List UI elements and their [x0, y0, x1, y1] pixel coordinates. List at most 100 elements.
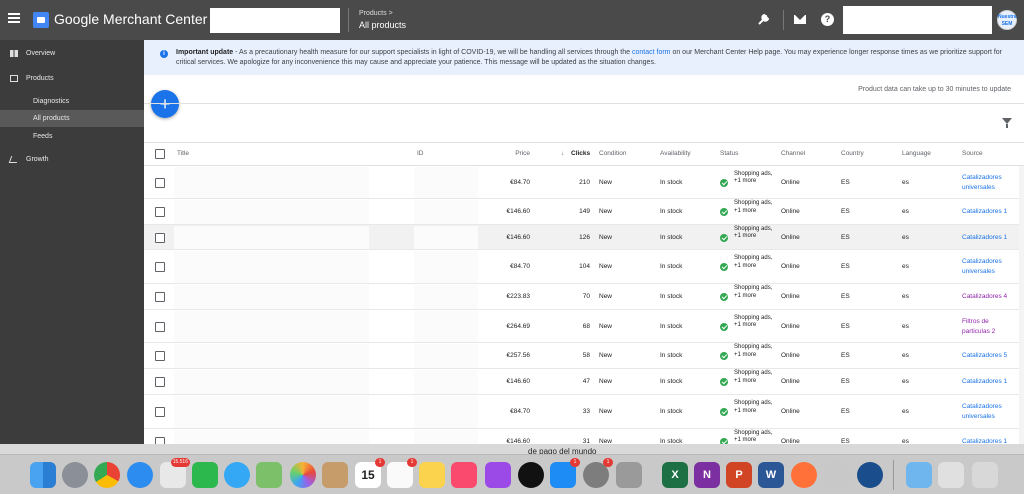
column-header-country[interactable]: Country [841, 150, 864, 157]
avatar[interactable]: Nuestra SEM [997, 10, 1017, 30]
table-row[interactable]: €257.56 58 New In stock Shopping ads, +1 mor… [144, 343, 1024, 369]
column-header-clicks[interactable]: Clicks [571, 150, 590, 157]
row-checkbox[interactable] [155, 207, 165, 217]
table-row[interactable]: €264.69 68 New In stock Shopping ads, +1 mor… [144, 310, 1024, 343]
sidebar-item-feeds[interactable]: Feeds [0, 128, 144, 145]
onenote-icon[interactable]: N [694, 462, 720, 488]
source-link[interactable]: Catalizadores universales [962, 257, 1017, 277]
column-header-channel[interactable]: Channel [781, 150, 805, 157]
notes-icon[interactable] [419, 462, 445, 488]
podcasts-icon[interactable] [485, 462, 511, 488]
row-checkbox[interactable] [155, 232, 165, 243]
table-scrollbar[interactable] [1019, 166, 1024, 454]
product-title-cell[interactable] [174, 167, 369, 198]
product-title-cell[interactable] [174, 251, 369, 283]
row-checkbox[interactable] [155, 351, 165, 361]
help-icon[interactable]: ? [821, 13, 834, 26]
product-title-cell[interactable] [174, 285, 369, 309]
column-header-language[interactable]: Language [902, 150, 931, 157]
folder-icon[interactable] [906, 462, 932, 488]
product-id-cell[interactable] [414, 226, 478, 249]
column-header-condition[interactable]: Condition [599, 150, 626, 157]
table-row[interactable]: €84.70 104 New In stock Shopping ads, +1 mor… [144, 250, 1024, 284]
reminders-icon[interactable]: 1 [387, 458, 417, 488]
menu-icon[interactable] [8, 13, 20, 23]
chevron-down-icon[interactable] [329, 19, 335, 23]
table-row[interactable]: €146.60 149 New In stock Shopping ads, +1 mo… [144, 199, 1024, 225]
music-icon[interactable] [451, 462, 477, 488]
excel-icon[interactable]: X [662, 462, 688, 488]
product-title-cell[interactable] [174, 344, 369, 368]
quicktime-icon[interactable] [857, 462, 883, 488]
sidebar-item-diagnostics[interactable]: Diagnostics [0, 93, 144, 110]
product-title-cell[interactable] [174, 200, 369, 224]
table-row[interactable]: €146.60 47 New In stock Shopping ads, +1 mor… [144, 369, 1024, 395]
maps-icon[interactable] [256, 462, 282, 488]
row-checkbox[interactable] [155, 177, 165, 188]
sidebar-item-growth[interactable]: Growth [0, 151, 144, 168]
table-row[interactable]: €84.70 210 New In stock Shopping ads, +1 mor… [144, 166, 1024, 199]
screenshot-thumbnail-icon[interactable] [938, 462, 964, 488]
table-row[interactable]: €223.83 70 New In stock Shopping ads, +1 mor… [144, 284, 1024, 310]
row-checkbox[interactable] [155, 407, 165, 417]
add-product-button[interactable]: + [151, 90, 179, 118]
system-preferences-icon[interactable]: 1 [583, 458, 613, 488]
contacts-icon[interactable] [322, 462, 348, 488]
source-link[interactable]: Catalizadores 1 [962, 207, 1017, 217]
chrome-icon[interactable] [94, 462, 120, 488]
launchpad-icon[interactable] [62, 462, 88, 488]
product-id-cell[interactable] [414, 311, 478, 342]
mail-icon[interactable] [794, 15, 806, 24]
account-selector[interactable] [210, 8, 340, 33]
mail-app-icon[interactable]: 15.516 [160, 458, 190, 488]
calendar-icon[interactable]: 15 1 [355, 458, 385, 488]
product-title-cell[interactable] [174, 226, 369, 249]
account-info-box[interactable] [843, 6, 992, 34]
source-link[interactable]: Catalizadores 1 [962, 233, 1017, 243]
product-id-cell[interactable] [414, 370, 478, 394]
finder-icon[interactable] [30, 462, 56, 488]
sort-arrow-icon[interactable]: ↓ [561, 150, 564, 157]
product-id-cell[interactable] [414, 285, 478, 309]
row-checkbox[interactable] [155, 262, 165, 272]
source-link[interactable]: Catalizadores 4 [962, 292, 1017, 302]
product-id-cell[interactable] [414, 200, 478, 224]
product-title-cell[interactable] [174, 396, 369, 428]
source-link[interactable]: Catalizadores 5 [962, 351, 1017, 361]
sidebar-item-products[interactable]: Products [0, 70, 144, 87]
column-header-source[interactable]: Source [962, 150, 983, 157]
product-id-cell[interactable] [414, 344, 478, 368]
wrench-icon[interactable] [757, 12, 771, 26]
photos-icon[interactable] [290, 462, 316, 488]
source-link[interactable]: Filtros de particulas 2 [962, 317, 1017, 337]
source-link[interactable]: Catalizadores universales [962, 173, 1017, 193]
select-all-checkbox[interactable] [155, 149, 165, 159]
column-header-id[interactable]: ID [417, 150, 424, 157]
product-id-cell[interactable] [414, 251, 478, 283]
word-icon[interactable]: W [758, 462, 784, 488]
archive-utility-icon[interactable] [616, 462, 642, 488]
safari-icon[interactable] [127, 462, 153, 488]
column-header-price[interactable]: Price [504, 150, 530, 157]
breadcrumb-parent[interactable]: Products > [359, 10, 393, 17]
apple-tv-icon[interactable] [518, 462, 544, 488]
row-checkbox[interactable] [155, 377, 165, 387]
table-row[interactable]: €146.60 126 New In stock Shopping ads, +1 mo… [144, 225, 1024, 250]
table-row[interactable]: €84.70 33 New In stock Shopping ads, +1 more… [144, 395, 1024, 429]
column-header-title[interactable]: Title [177, 150, 189, 157]
product-id-cell[interactable] [414, 167, 478, 198]
sidebar-item-all-products[interactable]: All products [0, 110, 144, 127]
product-id-cell[interactable] [414, 396, 478, 428]
messages-icon[interactable] [224, 462, 250, 488]
product-title-cell[interactable] [174, 370, 369, 394]
row-checkbox[interactable] [155, 321, 165, 332]
product-title-cell[interactable] [174, 311, 369, 342]
filter-icon[interactable] [1002, 118, 1012, 128]
source-link[interactable]: Catalizadores 1 [962, 377, 1017, 387]
app-store-icon[interactable]: 1 [550, 458, 580, 488]
powerpoint-icon[interactable]: P [726, 462, 752, 488]
preview-icon[interactable] [824, 462, 850, 488]
source-link[interactable]: Catalizadores universales [962, 402, 1017, 422]
firefox-icon[interactable] [791, 462, 817, 488]
facetime-icon[interactable] [192, 462, 218, 488]
